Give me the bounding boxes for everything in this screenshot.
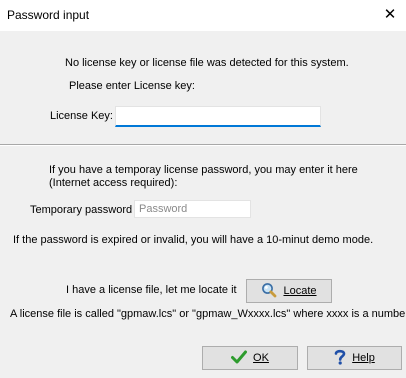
ok-button[interactable]: OK: [202, 346, 298, 370]
license-key-label: License Key:: [50, 110, 113, 122]
help-button-label: Help: [352, 352, 375, 364]
no-license-message: No license key or license file was detec…: [65, 57, 349, 69]
close-icon[interactable]: ✕: [378, 4, 402, 26]
demo-mode-note: If the password is expired or invalid, y…: [13, 234, 374, 246]
magnifier-icon: [261, 282, 277, 301]
title-bar: Password input ✕: [0, 0, 406, 31]
license-file-note: A license file is called "gpmaw.lcs" or …: [10, 308, 406, 320]
ok-button-label: OK: [253, 352, 269, 364]
temp-info-line2: (Internet access required):: [49, 177, 178, 189]
license-file-prompt: I have a license file, let me locate it: [66, 284, 237, 296]
checkmark-icon: [231, 350, 248, 367]
license-key-input[interactable]: [115, 106, 321, 127]
locate-button[interactable]: Locate: [246, 279, 332, 303]
question-mark-icon: [334, 349, 346, 368]
enter-license-prompt: Please enter License key:: [69, 80, 195, 92]
help-button[interactable]: Help: [307, 346, 402, 370]
separator: [0, 144, 406, 146]
temp-password-input[interactable]: [134, 200, 251, 218]
temp-password-label: Temporary password: [30, 204, 133, 216]
locate-button-label: Locate: [283, 285, 317, 297]
window-title: Password input: [7, 8, 90, 22]
temp-info-line1: If you have a temporay license password,…: [49, 164, 358, 176]
